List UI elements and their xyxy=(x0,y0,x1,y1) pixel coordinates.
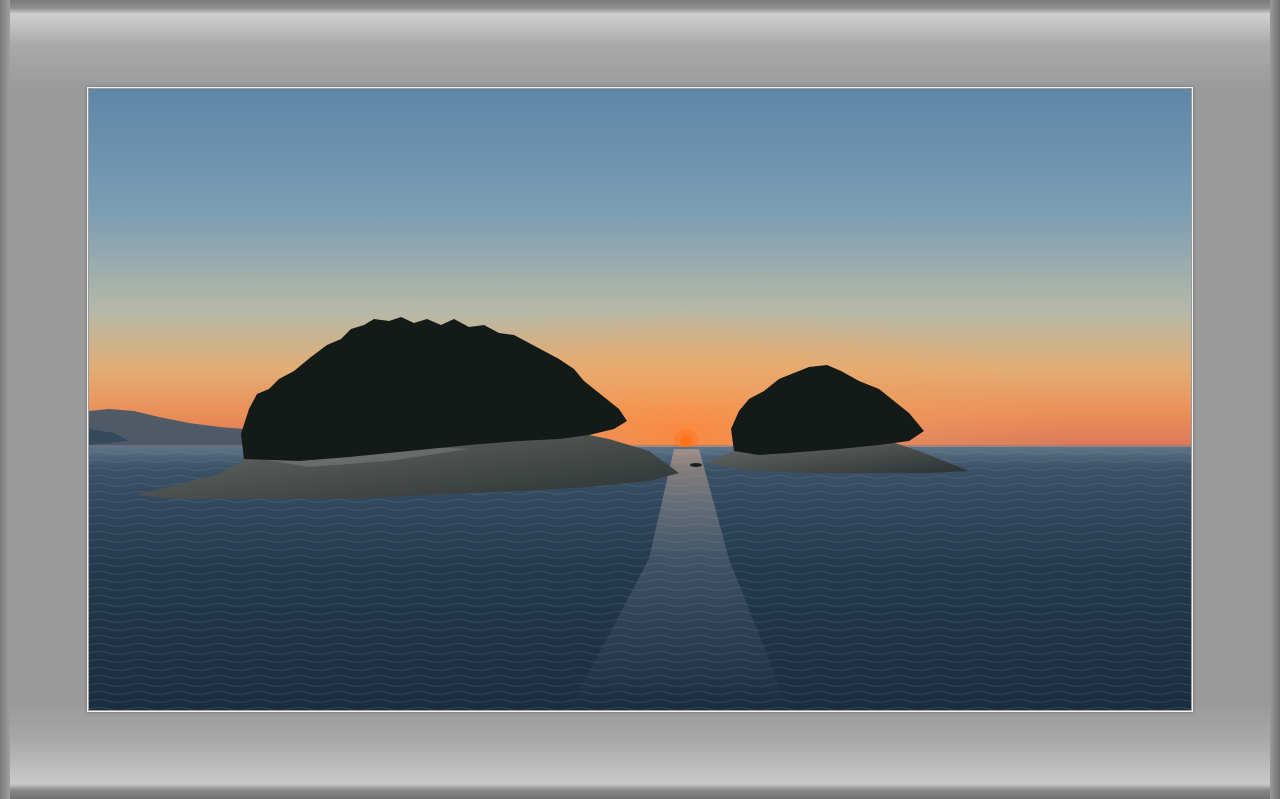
frame-left-edge xyxy=(0,0,10,799)
frame-right-edge xyxy=(1270,0,1280,799)
small-rock xyxy=(690,463,702,467)
landscape-photo xyxy=(89,89,1191,710)
photo-scene xyxy=(89,89,1191,710)
